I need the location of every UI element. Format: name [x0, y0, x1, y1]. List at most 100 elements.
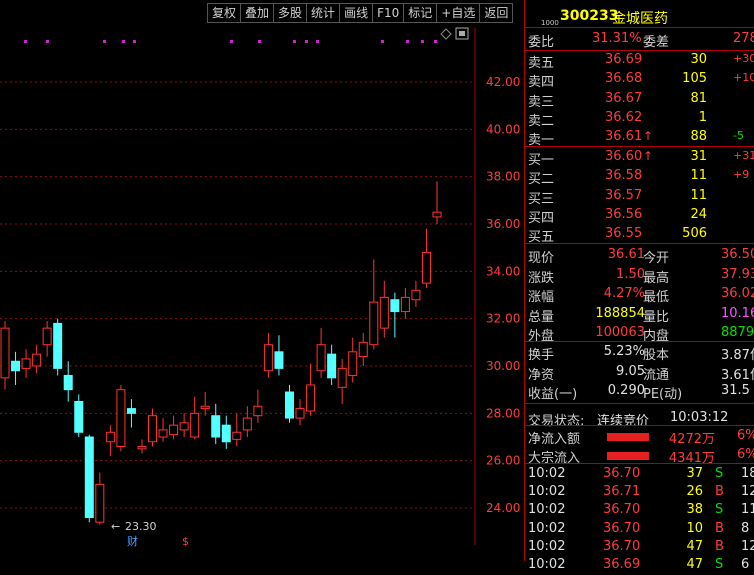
add-watchlist-button[interactable]: +自选	[437, 3, 481, 23]
candle[interactable]	[179, 413, 189, 437]
flow-pct: 6%	[737, 447, 754, 462]
tick-price: 36.70	[603, 466, 641, 481]
dividend-marker[interactable]: $	[182, 535, 189, 548]
candle[interactable]	[432, 181, 442, 224]
candle[interactable]	[316, 328, 326, 378]
bids-row[interactable]: 买五 36.55 506	[525, 225, 754, 245]
asks-row[interactable]: 卖一 36.61 ↑ 88 -5	[525, 128, 754, 148]
candle[interactable]	[11, 351, 21, 385]
candle[interactable]	[358, 332, 368, 366]
bids-label: 买一	[528, 153, 555, 168]
candle[interactable]	[348, 337, 358, 383]
candle-body	[63, 374, 73, 391]
candle[interactable]	[411, 280, 421, 307]
bids-label: 买二	[528, 172, 555, 188]
candle[interactable]	[421, 228, 431, 288]
asks-label: 卖三	[528, 94, 555, 110]
candle[interactable]	[295, 399, 305, 426]
statistics-button[interactable]: 统计	[307, 3, 341, 23]
mark-button[interactable]: 标记	[404, 3, 438, 23]
signal-dot	[406, 40, 409, 43]
up-arrow-icon: ↑	[643, 149, 654, 163]
signal-dot	[46, 40, 49, 43]
candle[interactable]	[390, 292, 400, 338]
candle[interactable]	[221, 415, 231, 449]
candle-body	[148, 415, 158, 443]
candle[interactable]	[232, 413, 242, 447]
candle-body	[421, 251, 431, 284]
signal-dot	[230, 40, 233, 43]
bids-volume: 31	[690, 149, 707, 164]
low-price-label: 23.30	[125, 520, 157, 533]
candle[interactable]	[169, 415, 179, 440]
candle[interactable]	[400, 287, 410, 319]
candle[interactable]	[337, 358, 347, 404]
stats-label-2: PE(动)	[643, 387, 683, 402]
candle[interactable]	[21, 349, 31, 378]
candle[interactable]	[242, 406, 252, 437]
candle[interactable]	[84, 434, 94, 523]
chart-toolbar: 复权 叠加 多股 统计 画线 F10 标记 +自选 返回	[207, 3, 514, 23]
candle[interactable]	[137, 439, 147, 454]
candle[interactable]	[253, 389, 263, 423]
candle[interactable]	[190, 396, 200, 440]
candle[interactable]	[211, 403, 221, 445]
stats-label: 换手	[528, 348, 555, 363]
candle[interactable]	[274, 335, 284, 376]
candle[interactable]	[306, 363, 316, 416]
quote-value: 100063	[595, 325, 645, 340]
restore-rights-button[interactable]: 复权	[207, 3, 242, 23]
draw-line-button[interactable]: 画线	[340, 3, 374, 23]
candle[interactable]	[32, 344, 42, 374]
quote-label-2: 今开	[643, 251, 670, 266]
candle[interactable]	[74, 394, 84, 437]
candle-body	[221, 424, 231, 443]
candle[interactable]	[200, 392, 210, 416]
flow-amount: 4272万	[668, 432, 715, 447]
candle-body	[274, 351, 284, 369]
signal-dot	[122, 40, 125, 43]
candle[interactable]	[379, 280, 389, 338]
candle[interactable]	[63, 361, 73, 402]
bids-row[interactable]: 买四 36.56 24	[525, 206, 754, 226]
candle[interactable]	[284, 384, 294, 423]
finance-marker[interactable]: 财	[127, 534, 138, 548]
quote-value-2: 36.50	[721, 247, 754, 262]
candle[interactable]	[148, 408, 158, 447]
bids-row[interactable]: 买二 36.58 11 +9	[525, 167, 754, 188]
f10-button[interactable]: F10	[373, 3, 405, 23]
kline-chart[interactable]: 42.00 40.00 38.00 36.00 34.00 32.00 30.00 28.00…	[0, 0, 524, 561]
candle[interactable]	[369, 259, 379, 350]
asks-label: 卖四	[528, 75, 555, 91]
candle[interactable]	[327, 344, 337, 385]
bids-row[interactable]: 买一 36.60 ↑ 31 +31	[525, 148, 754, 168]
candle-body	[84, 436, 94, 518]
stats-value: 5.23%	[603, 344, 645, 359]
overlay-button[interactable]: 叠加	[241, 3, 275, 23]
back-button[interactable]: 返回	[480, 3, 514, 23]
stock-code[interactable]: 300233	[560, 8, 618, 24]
asks-row[interactable]: 卖二 36.62 1	[525, 109, 754, 129]
signal-dot	[434, 40, 437, 43]
candle[interactable]	[0, 321, 10, 390]
candle[interactable]	[53, 318, 63, 376]
tick-row: 10:02 36.70 10 B 8	[525, 520, 754, 539]
diamond-icon[interactable]	[440, 28, 452, 40]
multi-stock-button[interactable]: 多股	[274, 3, 308, 23]
asks-row[interactable]: 卖四 36.68 105 +105	[525, 70, 754, 91]
tick-volume: 47	[686, 538, 703, 554]
panel-toggle-icon[interactable]	[455, 27, 469, 40]
candle[interactable]	[42, 321, 52, 357]
candle[interactable]	[158, 418, 168, 442]
asks-row[interactable]: 卖三 36.67 81	[525, 90, 754, 110]
candle[interactable]	[116, 384, 126, 452]
candle[interactable]	[95, 472, 105, 525]
candle[interactable]	[126, 399, 136, 428]
candle[interactable]	[263, 332, 273, 378]
stats-row: 换手 5.23%股本 3.87亿	[525, 343, 754, 363]
quote-value-2: 10.16	[721, 305, 754, 321]
stock-name[interactable]: 金城医药	[612, 8, 668, 28]
bids-row[interactable]: 买三 36.57 11	[525, 187, 754, 207]
asks-row[interactable]: 卖五 36.69 30 +30	[525, 51, 754, 71]
candle[interactable]	[105, 425, 115, 456]
